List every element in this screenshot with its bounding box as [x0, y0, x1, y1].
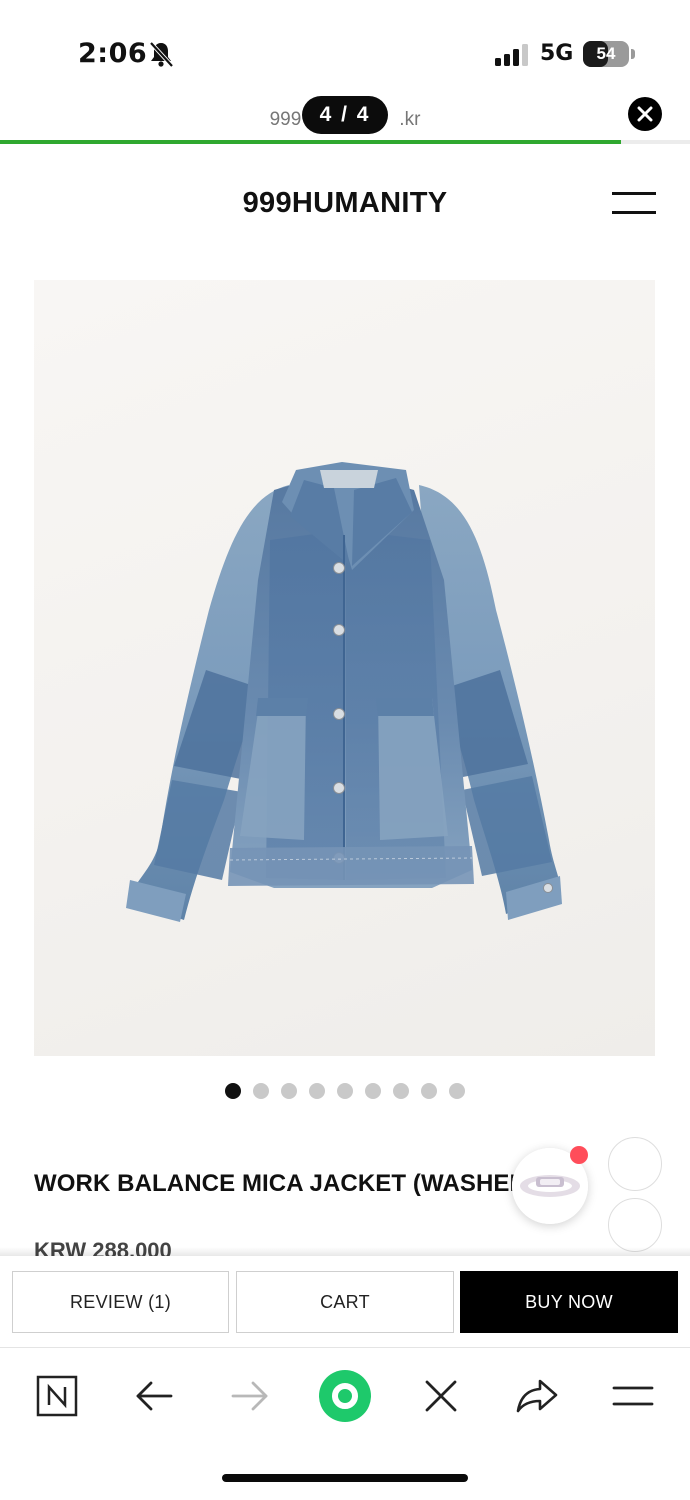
- close-icon: [637, 106, 653, 122]
- url-domain-left: 999: [269, 109, 302, 130]
- carousel-dot[interactable]: [225, 1083, 241, 1099]
- url-domain-right: .kr: [399, 109, 421, 130]
- buy-now-button[interactable]: BUY NOW: [460, 1271, 678, 1333]
- page-counter: 4 / 4: [302, 96, 388, 134]
- close-x-icon[interactable]: [418, 1373, 464, 1419]
- address-bar[interactable]: 999 .kr 4 / 4: [0, 92, 690, 144]
- naver-n-icon[interactable]: [34, 1373, 80, 1419]
- floating-action-circle[interactable]: [608, 1198, 662, 1252]
- status-bar: 2:06 5G 54: [0, 0, 690, 92]
- green-home-icon[interactable]: [318, 1369, 372, 1423]
- status-time: 2:06: [78, 38, 148, 69]
- network-type: 5G: [540, 41, 574, 66]
- bell-slash-icon: [149, 41, 174, 68]
- carousel-dots[interactable]: [0, 1083, 690, 1099]
- floating-action-circle[interactable]: [608, 1137, 662, 1191]
- carousel-dot[interactable]: [253, 1083, 269, 1099]
- cellular-signal-icon: [495, 44, 528, 66]
- battery-cap: [631, 49, 635, 59]
- carousel-dot[interactable]: [393, 1083, 409, 1099]
- product-title: WORK BALANCE MICA JACKET (WASHED: [34, 1170, 527, 1197]
- home-indicator: [222, 1474, 468, 1482]
- browser-toolbar: [0, 1349, 690, 1444]
- product-image[interactable]: [34, 280, 655, 1056]
- carousel-dot[interactable]: [281, 1083, 297, 1099]
- carousel-dot[interactable]: [449, 1083, 465, 1099]
- back-arrow-icon[interactable]: [131, 1373, 177, 1419]
- load-progress-fill: [0, 140, 621, 144]
- battery-icon: 54: [583, 41, 629, 67]
- forward-arrow-icon[interactable]: [227, 1373, 273, 1419]
- product-action-bar: REVIEW (1) CART BUY NOW: [0, 1256, 690, 1348]
- denim-jacket-illustration: [126, 462, 562, 922]
- battery-level: 54: [596, 44, 616, 63]
- review-button[interactable]: REVIEW (1): [12, 1271, 229, 1333]
- carousel-dot[interactable]: [337, 1083, 353, 1099]
- cart-button[interactable]: CART: [236, 1271, 454, 1333]
- notification-badge: [570, 1146, 588, 1164]
- carousel-dot[interactable]: [365, 1083, 381, 1099]
- close-button[interactable]: [628, 97, 662, 131]
- site-logo[interactable]: 999HUMANITY: [0, 187, 690, 220]
- menu-icon[interactable]: [610, 1373, 656, 1419]
- hamburger-menu-icon[interactable]: [612, 190, 656, 216]
- load-progress-bar: [0, 140, 690, 144]
- carousel-dot[interactable]: [309, 1083, 325, 1099]
- carousel-dot[interactable]: [421, 1083, 437, 1099]
- share-icon[interactable]: [514, 1373, 560, 1419]
- site-header: 999HUMANITY: [0, 146, 690, 256]
